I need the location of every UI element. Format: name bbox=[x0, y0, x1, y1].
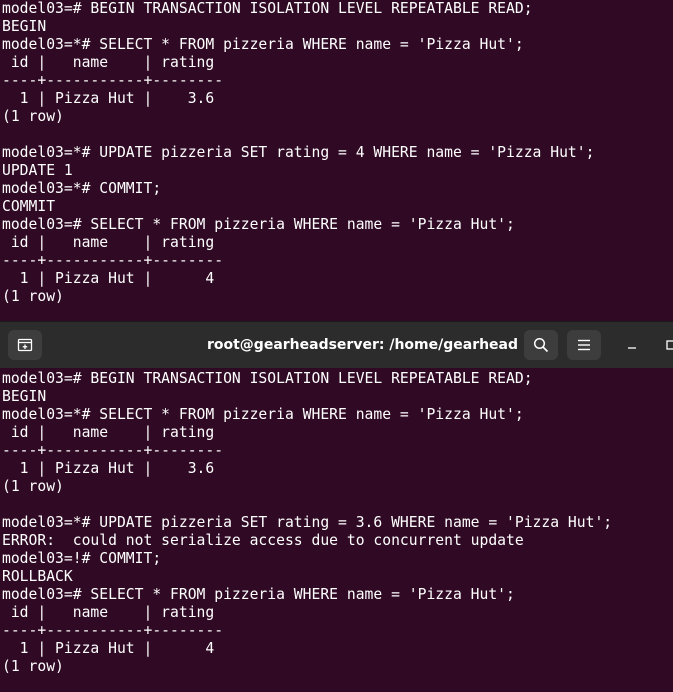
terminal-line: BEGIN bbox=[2, 18, 47, 35]
terminal-line: model03=# SELECT * FROM pizzeria WHERE n… bbox=[2, 586, 515, 603]
terminal-line: COMMIT bbox=[2, 198, 56, 215]
terminal-line: model03=*# SELECT * FROM pizzeria WHERE … bbox=[2, 406, 524, 423]
new-tab-button[interactable] bbox=[8, 330, 42, 360]
terminal-line: ----+-----------+-------- bbox=[2, 622, 224, 639]
terminal-pane-bottom[interactable]: model03=# BEGIN TRANSACTION ISOLATION LE… bbox=[0, 368, 673, 692]
search-icon bbox=[533, 337, 549, 353]
terminal-pane-top[interactable]: model03=# BEGIN TRANSACTION ISOLATION LE… bbox=[0, 0, 673, 321]
hamburger-menu-icon bbox=[577, 339, 591, 351]
terminal-line: ROLLBACK bbox=[2, 568, 73, 585]
window-title: root@gearheadserver: /home/gearhead bbox=[206, 337, 519, 353]
terminal-line: UPDATE 1 bbox=[2, 162, 73, 179]
terminal-line: (1 row) bbox=[2, 658, 64, 675]
minimize-button[interactable] bbox=[620, 333, 644, 357]
terminal-line: model03=!# COMMIT; bbox=[2, 550, 162, 567]
menu-button[interactable] bbox=[567, 330, 601, 360]
terminal-output-bottom: model03=# BEGIN TRANSACTION ISOLATION LE… bbox=[2, 370, 612, 676]
terminal-line: (1 row) bbox=[2, 478, 64, 495]
terminal-line: model03=*# UPDATE pizzeria SET rating = … bbox=[2, 144, 595, 161]
terminal-line: ----+-----------+-------- bbox=[2, 72, 224, 89]
terminal-line: 1 | Pizza Hut | 3.6 bbox=[2, 90, 215, 107]
maximize-icon bbox=[666, 340, 673, 350]
terminal-line: id | name | rating bbox=[2, 54, 215, 71]
terminal-line: 1 | Pizza Hut | 4 bbox=[2, 270, 215, 287]
terminal-line: model03=*# COMMIT; bbox=[2, 180, 162, 197]
terminal-line: id | name | rating bbox=[2, 234, 215, 251]
terminal-line: ----+-----------+-------- bbox=[2, 442, 224, 459]
terminal-line: 1 | Pizza Hut | 4 bbox=[2, 640, 215, 657]
terminal-headerbar: root@gearheadserver: /home/gearhead bbox=[0, 321, 673, 368]
terminal-line: model03=# BEGIN TRANSACTION ISOLATION LE… bbox=[2, 0, 533, 17]
minimize-icon bbox=[627, 340, 637, 350]
terminal-line: id | name | rating bbox=[2, 424, 215, 441]
terminal-line: (1 row) bbox=[2, 288, 64, 305]
terminal-line: model03=*# UPDATE pizzeria SET rating = … bbox=[2, 514, 613, 531]
terminal-line: ERROR: could not serialize access due to… bbox=[2, 532, 524, 549]
terminal-line: BEGIN bbox=[2, 388, 47, 405]
terminal-line: model03=# SELECT * FROM pizzeria WHERE n… bbox=[2, 216, 515, 233]
maximize-button[interactable] bbox=[659, 333, 673, 357]
terminal-line: model03=# BEGIN TRANSACTION ISOLATION LE… bbox=[2, 370, 533, 387]
terminal-line: id | name | rating bbox=[2, 604, 215, 621]
new-tab-icon bbox=[17, 337, 33, 353]
terminal-output-top: model03=# BEGIN TRANSACTION ISOLATION LE… bbox=[2, 0, 594, 306]
terminal-line: ----+-----------+-------- bbox=[2, 252, 224, 269]
search-button[interactable] bbox=[524, 330, 558, 360]
terminal-line: 1 | Pizza Hut | 3.6 bbox=[2, 460, 215, 477]
terminal-line: (1 row) bbox=[2, 108, 64, 125]
terminal-line: model03=*# SELECT * FROM pizzeria WHERE … bbox=[2, 36, 524, 53]
